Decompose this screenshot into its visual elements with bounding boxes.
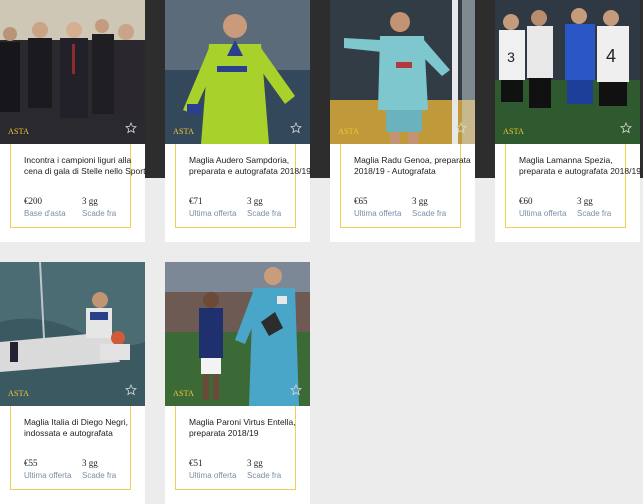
auction-days-label: Scade fra [82,209,117,218]
auction-title[interactable]: Incontra i campioni liguri alla cena di … [24,155,146,176]
auction-title[interactable]: Maglia Radu Genoa, preparata 2018/19 - A… [354,155,476,176]
auction-price-label: Ultima offerta [519,209,567,218]
auction-price-label: Ultima offerta [189,209,237,218]
auction-days: 3 gg [247,196,263,206]
auction-title[interactable]: Maglia Lamanna Spezia, preparata e autog… [519,155,641,176]
auction-price: €51 [189,458,203,468]
star-outline-icon[interactable] [125,384,137,396]
auction-photo[interactable] [0,0,145,144]
auction-grid: ASTA Incontra i campioni liguri alla cen… [0,0,643,504]
auction-days: 3 gg [412,196,428,206]
auction-days: 3 gg [577,196,593,206]
star-outline-icon[interactable] [125,122,137,134]
auction-days: 3 gg [247,458,263,468]
auction-tag: ASTA [8,389,30,398]
auction-days-label: Scade fra [412,209,447,218]
svg-text:4: 4 [606,46,616,66]
auction-price: €71 [189,196,203,206]
auction-price: €60 [519,196,533,206]
auction-card[interactable]: 4 3 ASTA Maglia Lamanna Spezia, preparat… [495,0,641,242]
auction-title[interactable]: Maglia Audero Sampdoria, preparata e aut… [189,155,311,176]
auction-days: 3 gg [82,196,98,206]
auction-tag: ASTA [503,127,525,136]
auction-photo[interactable] [165,262,310,406]
auction-tag: ASTA [338,127,360,136]
star-outline-icon[interactable] [455,122,467,134]
auction-photo[interactable]: 4 3 [495,0,640,144]
auction-photo[interactable] [165,0,310,144]
auction-title[interactable]: Maglia Paroni Virtus Entella, preparata … [189,417,311,438]
auction-days-label: Scade fra [82,471,117,480]
auction-price-label: Ultima offerta [189,471,237,480]
auction-card[interactable]: ASTA Maglia Paroni Virtus Entella, prepa… [165,262,310,504]
auction-tag: ASTA [8,127,30,136]
svg-text:3: 3 [507,49,515,65]
auction-days-label: Scade fra [247,471,282,480]
auction-photo[interactable] [0,262,145,406]
star-outline-icon[interactable] [290,122,302,134]
auction-price: €200 [24,196,42,206]
auction-price: €55 [24,458,38,468]
auction-tag: ASTA [173,127,195,136]
star-outline-icon[interactable] [620,122,632,134]
auction-card[interactable]: ASTA Maglia Audero Sampdoria, preparata … [165,0,311,242]
auction-days-label: Scade fra [577,209,612,218]
auction-price-label: Base d'asta [24,209,66,218]
auction-card[interactable]: ASTA Maglia Radu Genoa, preparata 2018/1… [330,0,475,242]
star-outline-icon[interactable] [290,384,302,396]
auction-price-label: Ultima offerta [24,471,72,480]
auction-days-label: Scade fra [247,209,282,218]
auction-price-label: Ultima offerta [354,209,402,218]
auction-card[interactable]: ASTA Incontra i campioni liguri alla cen… [0,0,145,242]
auction-days: 3 gg [82,458,98,468]
auction-price: €65 [354,196,368,206]
auction-photo[interactable] [330,0,475,144]
auction-tag: ASTA [173,389,195,398]
auction-card[interactable]: ASTA Maglia Italia di Diego Negri, indos… [0,262,145,504]
auction-title[interactable]: Maglia Italia di Diego Negri, indossata … [24,417,146,438]
